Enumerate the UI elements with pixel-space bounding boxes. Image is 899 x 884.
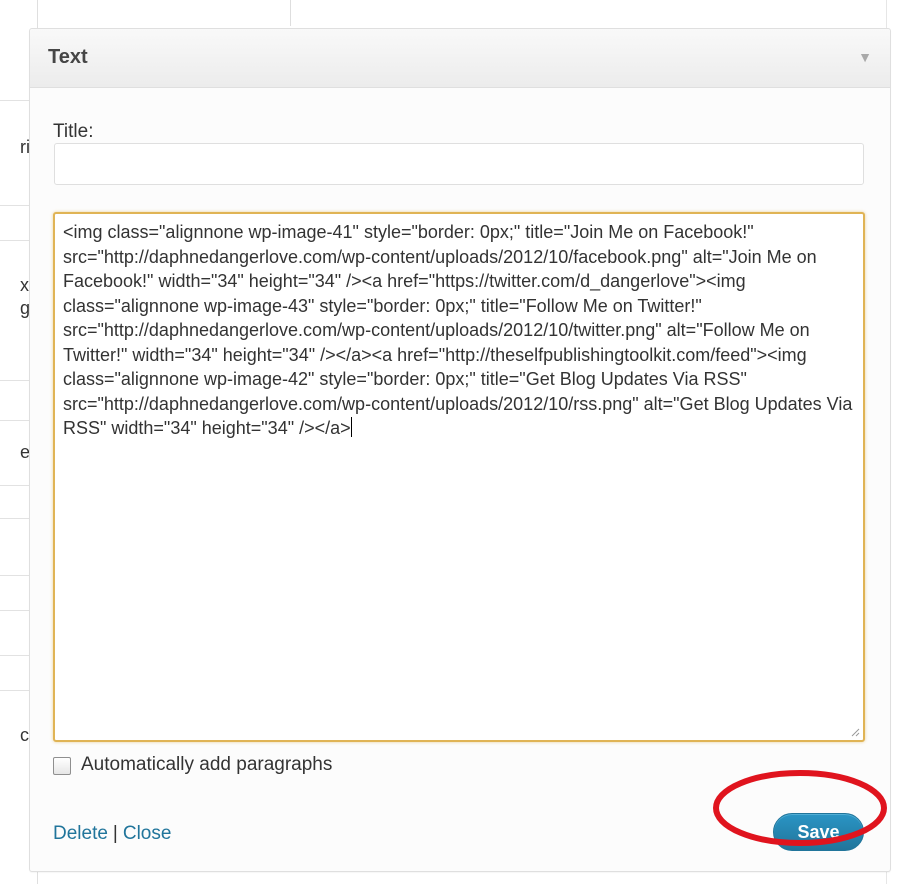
textarea-text: <img class="alignnone wp-image-41" style… bbox=[63, 222, 853, 438]
save-button[interactable]: Save bbox=[773, 813, 864, 851]
auto-paragraphs-checkbox[interactable] bbox=[53, 757, 71, 775]
auto-paragraphs-label[interactable]: Automatically add paragraphs bbox=[81, 754, 332, 776]
screenshot-stage: ri x g es c Text ▼ Title: <img class="al… bbox=[0, 0, 899, 884]
widget-footer-links: Delete | Close bbox=[53, 823, 171, 845]
background-divider bbox=[290, 0, 291, 26]
text-cursor bbox=[350, 417, 352, 437]
widget-content-textarea[interactable]: <img class="alignnone wp-image-41" style… bbox=[53, 212, 865, 742]
link-separator: | bbox=[112, 823, 118, 844]
title-label: Title: bbox=[53, 121, 94, 142]
resize-grip-icon[interactable] bbox=[850, 727, 860, 737]
delete-link[interactable]: Delete bbox=[53, 823, 108, 844]
widget-title: Text bbox=[48, 46, 88, 68]
close-link[interactable]: Close bbox=[123, 823, 172, 844]
triangle-down-icon[interactable]: ▼ bbox=[858, 49, 872, 65]
text-widget: Text ▼ Title: <img class="alignnone wp-i… bbox=[29, 28, 891, 872]
title-input[interactable] bbox=[54, 143, 864, 185]
widget-header[interactable]: Text ▼ bbox=[30, 29, 890, 88]
